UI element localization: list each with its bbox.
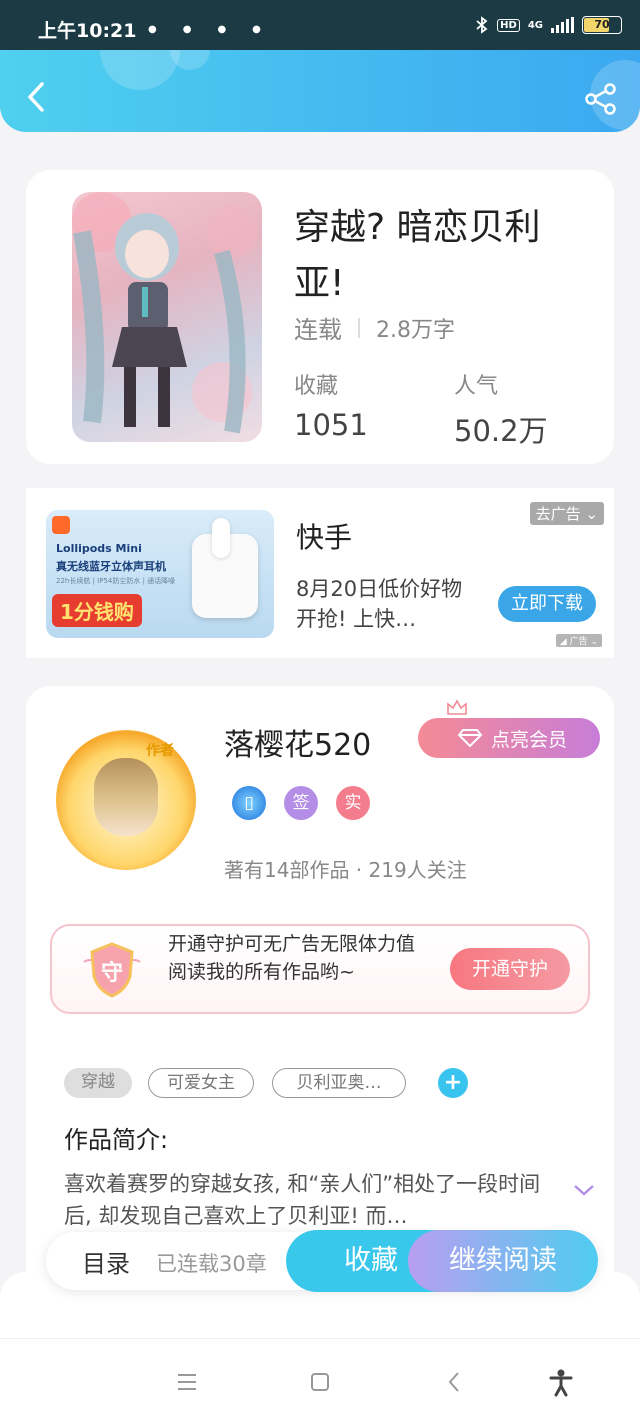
book-cover-image[interactable] xyxy=(72,192,262,442)
phone-verified-icon: ▯ xyxy=(232,786,266,820)
signal-icon xyxy=(551,17,574,33)
author-avatar[interactable]: 作者 xyxy=(56,730,196,870)
continue-reading-button[interactable]: 继续阅读 xyxy=(408,1230,598,1292)
ad-image-brand: Lollipods Mini xyxy=(56,542,142,555)
book-info-card: 穿越? 暗恋贝利亚! 连载 2.8万字 收藏 1051 人气 50.2万 xyxy=(26,170,614,464)
vip-button-label: 点亮会员 xyxy=(490,728,567,751)
back-icon[interactable] xyxy=(440,1367,470,1397)
popularity-label: 人气 xyxy=(454,374,499,399)
tag-chip[interactable]: 贝利亚奥… xyxy=(272,1068,406,1098)
ad-image-promo: 1分钱购 xyxy=(52,594,142,627)
guard-shield-char: 守 xyxy=(101,960,123,986)
author-badge: 作者 xyxy=(146,743,174,759)
diamond-icon xyxy=(457,729,483,748)
kuaishou-logo-icon xyxy=(52,516,70,534)
ad-tag-label: 广告 xyxy=(569,637,588,647)
ad-advertiser: 快手 xyxy=(296,521,353,554)
battery-level: 70 xyxy=(594,18,610,31)
top-header xyxy=(0,50,640,132)
cover-illustration xyxy=(72,192,258,434)
favorites-label: 收藏 xyxy=(294,374,339,399)
chapter-count: 已连载30章 xyxy=(156,1252,267,1276)
earbuds-image xyxy=(192,518,258,618)
book-meta: 连载 2.8万字 xyxy=(294,310,455,345)
favorites-count: 1051 xyxy=(294,408,368,442)
book-word-count: 2.8万字 xyxy=(376,317,455,343)
hd-icon: HD xyxy=(497,18,520,32)
header-bubble-decoration xyxy=(100,50,180,90)
ad-image[interactable]: Lollipods Mini 真无线蓝牙立体声耳机 22h长续航 | IP54防… xyxy=(46,510,274,638)
crown-icon xyxy=(447,699,467,715)
network-label: 4G xyxy=(527,19,543,31)
add-tag-button[interactable]: + xyxy=(438,1068,468,1098)
status-right: HD 4G 70 xyxy=(475,16,622,34)
accessibility-icon[interactable] xyxy=(546,1367,576,1397)
ad-image-features: 22h长续航 | IP54防尘防水 | 通话降噪 xyxy=(56,577,176,585)
toc-button[interactable]: 目录 xyxy=(82,1244,130,1279)
genre-chip[interactable]: 穿越 xyxy=(64,1068,132,1098)
notification-icons: ●●●● xyxy=(148,24,287,35)
signed-tag: 签 xyxy=(284,786,318,820)
vip-button[interactable]: 点亮会员 xyxy=(418,718,600,758)
author-name: 落樱花520 xyxy=(224,728,372,763)
share-icon[interactable] xyxy=(584,82,618,116)
system-nav-bar xyxy=(0,1338,640,1422)
verified-tag: 实 xyxy=(336,786,370,820)
action-bar: 目录 已连载30章 收藏 继续阅读 xyxy=(46,1230,598,1292)
author-stats: 著有14部作品 · 219人关注 xyxy=(224,858,467,882)
back-arrow-icon[interactable] xyxy=(22,80,52,114)
guard-text: 开通守护可无广告无限体力值阅读我的所有作品哟~ xyxy=(168,933,416,983)
ad-image-subtitle: 真无线蓝牙立体声耳机 xyxy=(56,560,166,573)
author-card: 作者 落樱花520 点亮会员 ▯ 签 实 著有14部作品 · 219人关注 守 … xyxy=(26,686,614,1286)
ad-tag: ◢ 广告 ⌄ xyxy=(555,634,602,647)
guard-promo: 守 开通守护可无广告无限体力值阅读我的所有作品哟~ 开通守护 xyxy=(50,924,590,1014)
ad-description: 8月20日低价好物开抢! 上快… xyxy=(296,577,463,631)
open-guard-button[interactable]: 开通守护 xyxy=(450,948,570,990)
guard-shield-icon: 守 xyxy=(83,942,141,998)
battery-icon: 70 xyxy=(582,16,622,34)
meta-divider xyxy=(358,317,360,338)
status-time: 上午10:21 xyxy=(38,20,137,42)
intro-text: 喜欢着赛罗的穿越女孩, 和“亲人们”相处了一段时间后, 却发现自己喜欢上了贝利亚… xyxy=(64,1172,541,1228)
bluetooth-icon xyxy=(476,16,488,34)
ad-download-button[interactable]: 立即下载 xyxy=(498,586,596,622)
book-title: 穿越? 暗恋贝利亚! xyxy=(294,207,541,304)
remove-ad-button[interactable]: 去广告 ⌄ xyxy=(529,502,604,525)
tag-chip[interactable]: 可爱女主 xyxy=(148,1068,254,1098)
avatar-face xyxy=(94,758,158,836)
remove-ad-label: 去广告 xyxy=(535,505,581,523)
popularity-count: 50.2万 xyxy=(454,414,548,448)
intro-label: 作品简介: xyxy=(64,1126,169,1154)
menu-icon[interactable] xyxy=(172,1367,202,1397)
ad-banner[interactable]: Lollipods Mini 真无线蓝牙立体声耳机 22h长续航 | IP54防… xyxy=(26,488,614,658)
book-status: 连载 xyxy=(294,316,342,344)
chevron-down-icon[interactable] xyxy=(572,1182,596,1198)
home-icon[interactable] xyxy=(305,1367,335,1397)
status-bar: 上午10:21 ●●●● HD 4G 70 xyxy=(0,0,640,50)
